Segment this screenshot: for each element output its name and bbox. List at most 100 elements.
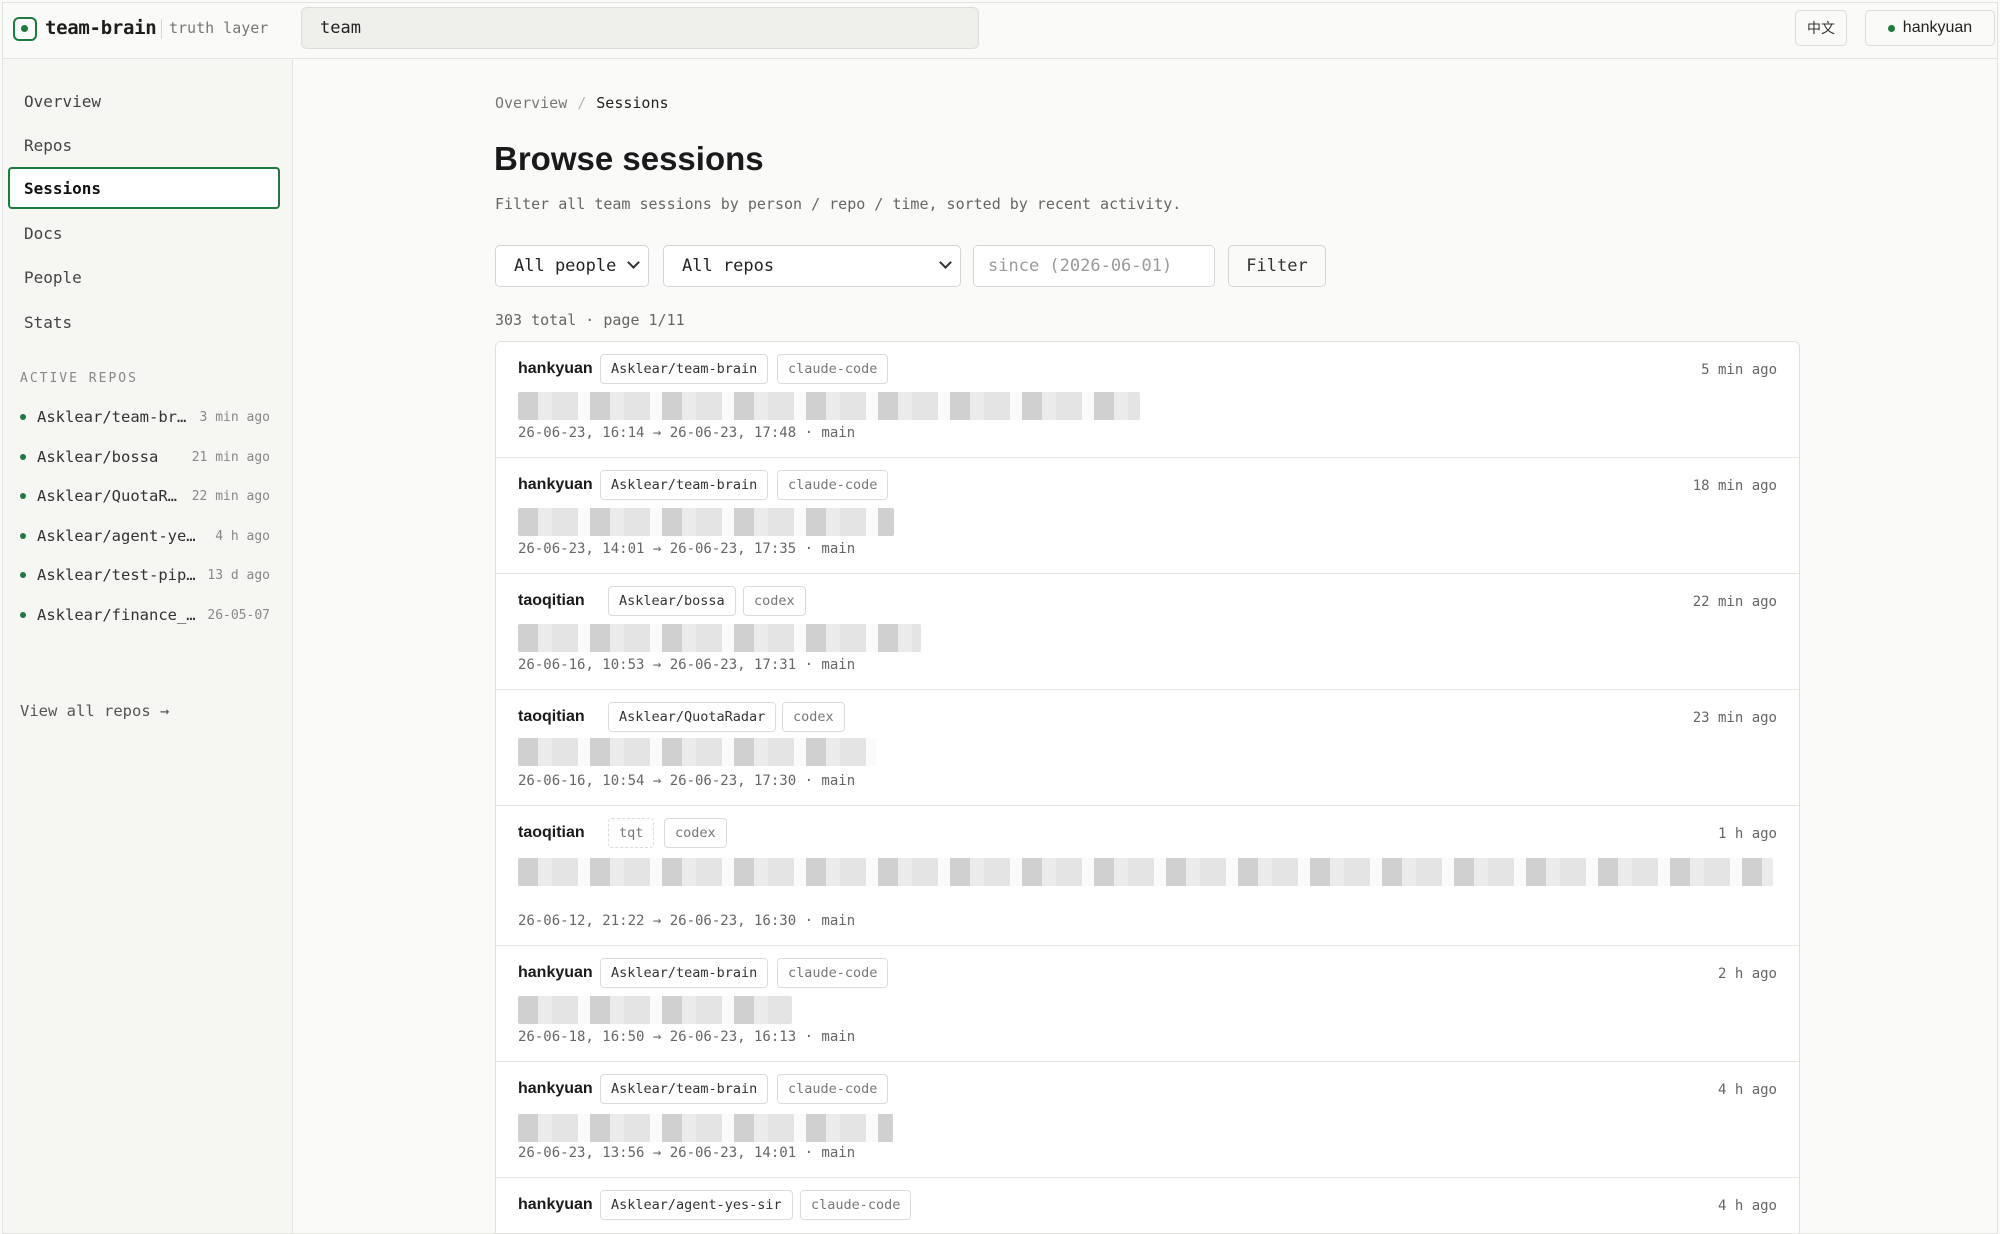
repo-time: 22 min ago xyxy=(191,488,270,504)
session-user[interactable]: hankyuan xyxy=(518,360,593,378)
session-row[interactable]: hankyuan Asklear/team-brain claude-code … xyxy=(496,342,1799,458)
repos-select[interactable]: All repos xyxy=(663,245,961,287)
sidebar-item-people[interactable]: People xyxy=(8,256,280,298)
session-repo-tag[interactable]: Asklear/team-brain xyxy=(600,470,769,500)
brand-tagline: truth layer xyxy=(169,19,269,37)
top-bar: team-brain truth layer 中文 hankyuan xyxy=(3,3,1997,59)
sidebar: Overview Repos Sessions Docs People Stat… xyxy=(3,60,293,1233)
redacted-summary xyxy=(518,392,1140,420)
breadcrumb-overview-link[interactable]: Overview xyxy=(495,94,567,112)
session-time-range: 26-06-16, 10:54 → 26-06-23, 17:30 · main xyxy=(518,773,856,789)
session-time-range: 26-06-18, 16:50 → 26-06-23, 16:13 · main xyxy=(518,1029,856,1045)
session-user[interactable]: hankyuan xyxy=(518,476,593,494)
session-updated-time: 1 h ago xyxy=(1717,826,1777,842)
active-dot-icon xyxy=(20,493,26,499)
sidebar-item-stats[interactable]: Stats xyxy=(8,301,280,343)
session-row[interactable]: hankyuan Asklear/team-brain claude-code … xyxy=(496,1062,1799,1178)
session-agent-tag: codex xyxy=(782,702,845,732)
repo-link[interactable]: Asklear/team-br… 3 min ago xyxy=(20,405,270,429)
session-row[interactable]: taoqitian Asklear/bossa codex 22 min ago… xyxy=(496,574,1799,690)
session-user[interactable]: hankyuan xyxy=(518,964,593,982)
session-time-range: 26-06-12, 21:22 → 26-06-23, 16:30 · main xyxy=(518,913,856,929)
session-repo-tag[interactable]: Asklear/bossa xyxy=(608,586,736,616)
chevron-down-icon xyxy=(939,256,952,269)
active-dot-icon xyxy=(20,572,26,578)
active-dot-icon xyxy=(20,414,26,420)
repo-name: Asklear/agent-ye… xyxy=(37,527,196,545)
page-title: Browse sessions xyxy=(494,140,764,177)
session-row[interactable]: hankyuan Asklear/team-brain claude-code … xyxy=(496,458,1799,574)
page-subtitle: Filter all team sessions by person / rep… xyxy=(495,195,1182,213)
sidebar-item-sessions[interactable]: Sessions xyxy=(8,167,280,209)
session-agent-tag: claude-code xyxy=(777,1074,889,1104)
session-repo-tag[interactable]: Asklear/team-brain xyxy=(600,958,769,988)
redacted-summary xyxy=(518,624,921,652)
chevron-down-icon xyxy=(627,256,640,269)
session-user[interactable]: hankyuan xyxy=(518,1080,593,1098)
active-dot-icon xyxy=(20,454,26,460)
repo-time: 21 min ago xyxy=(191,449,270,465)
search-input[interactable] xyxy=(301,7,979,49)
session-updated-time: 4 h ago xyxy=(1717,1198,1777,1214)
repo-name: Asklear/team-br… xyxy=(37,408,187,426)
redacted-summary xyxy=(518,858,1773,886)
session-user[interactable]: taoqitian xyxy=(518,824,585,842)
repo-link[interactable]: Asklear/finance_… 26-05-07 xyxy=(20,603,270,627)
user-menu-button[interactable]: hankyuan xyxy=(1865,10,1995,46)
session-agent-tag: claude-code xyxy=(777,470,889,500)
sidebar-item-repos[interactable]: Repos xyxy=(8,124,280,166)
breadcrumb-separator: / xyxy=(577,94,587,112)
filter-button[interactable]: Filter xyxy=(1228,245,1326,287)
people-select-value: All people xyxy=(514,256,617,276)
redacted-summary xyxy=(518,1114,893,1142)
sidebar-item-docs[interactable]: Docs xyxy=(8,212,280,254)
session-repo-tag[interactable]: Asklear/QuotaRadar xyxy=(608,702,777,732)
session-row[interactable]: taoqitian tqt codex 1 h ago 26-06-12, 21… xyxy=(496,806,1799,946)
breadcrumb-current: Sessions xyxy=(596,94,669,112)
session-repo-tag[interactable]: Asklear/agent-yes-sir xyxy=(600,1190,793,1220)
repo-time: 13 d ago xyxy=(207,567,270,583)
repo-link[interactable]: Asklear/agent-ye… 4 h ago xyxy=(20,524,270,548)
repo-link[interactable]: Asklear/bossa 21 min ago xyxy=(20,445,270,469)
sidebar-item-overview[interactable]: Overview xyxy=(8,80,280,122)
session-time-range: 26-06-23, 16:14 → 26-06-23, 17:48 · main xyxy=(518,425,856,441)
session-agent-tag: codex xyxy=(664,818,727,848)
repos-select-value: All repos xyxy=(682,256,775,276)
session-updated-time: 2 h ago xyxy=(1717,966,1777,982)
session-repo-tag[interactable]: Asklear/team-brain xyxy=(600,354,769,384)
brand-name[interactable]: team-brain xyxy=(45,17,157,39)
redacted-summary xyxy=(518,996,792,1024)
repo-name: Asklear/bossa xyxy=(37,448,159,466)
session-updated-time: 4 h ago xyxy=(1717,1082,1777,1098)
session-repo-tag[interactable]: tqt xyxy=(608,818,655,848)
session-agent-tag: codex xyxy=(743,586,806,616)
session-row[interactable]: hankyuan Asklear/agent-yes-sir claude-co… xyxy=(496,1178,1799,1233)
session-agent-tag: claude-code xyxy=(800,1190,912,1220)
session-agent-tag: claude-code xyxy=(777,354,889,384)
repo-time: 26-05-07 xyxy=(207,607,270,623)
session-user[interactable]: taoqitian xyxy=(518,592,585,610)
repo-time: 4 h ago xyxy=(215,528,270,544)
session-user[interactable]: hankyuan xyxy=(518,1196,593,1214)
people-select[interactable]: All people xyxy=(495,245,649,287)
session-list: hankyuan Asklear/team-brain claude-code … xyxy=(495,341,1800,1233)
redacted-summary xyxy=(518,738,876,766)
repo-name: Asklear/QuotaR… xyxy=(37,487,177,505)
since-date-input[interactable] xyxy=(973,245,1215,287)
language-toggle-button[interactable]: 中文 xyxy=(1795,10,1847,46)
active-dot-icon xyxy=(20,533,26,539)
session-repo-tag[interactable]: Asklear/team-brain xyxy=(600,1074,769,1104)
session-row[interactable]: hankyuan Asklear/team-brain claude-code … xyxy=(496,946,1799,1062)
pagination-summary: 303 total · page 1/11 xyxy=(495,311,685,329)
active-dot-icon xyxy=(20,612,26,618)
session-row[interactable]: taoqitian Asklear/QuotaRadar codex 23 mi… xyxy=(496,690,1799,806)
session-updated-time: 5 min ago xyxy=(1701,362,1777,378)
session-updated-time: 23 min ago xyxy=(1692,710,1777,726)
repo-link[interactable]: Asklear/QuotaR… 22 min ago xyxy=(20,484,270,508)
session-user[interactable]: taoqitian xyxy=(518,708,585,726)
repo-name: Asklear/finance_… xyxy=(37,606,196,624)
logo-icon[interactable] xyxy=(13,17,37,41)
repo-link[interactable]: Asklear/test-pip… 13 d ago xyxy=(20,563,270,587)
user-name: hankyuan xyxy=(1902,19,1973,36)
view-all-repos-link[interactable]: View all repos → xyxy=(20,702,169,720)
